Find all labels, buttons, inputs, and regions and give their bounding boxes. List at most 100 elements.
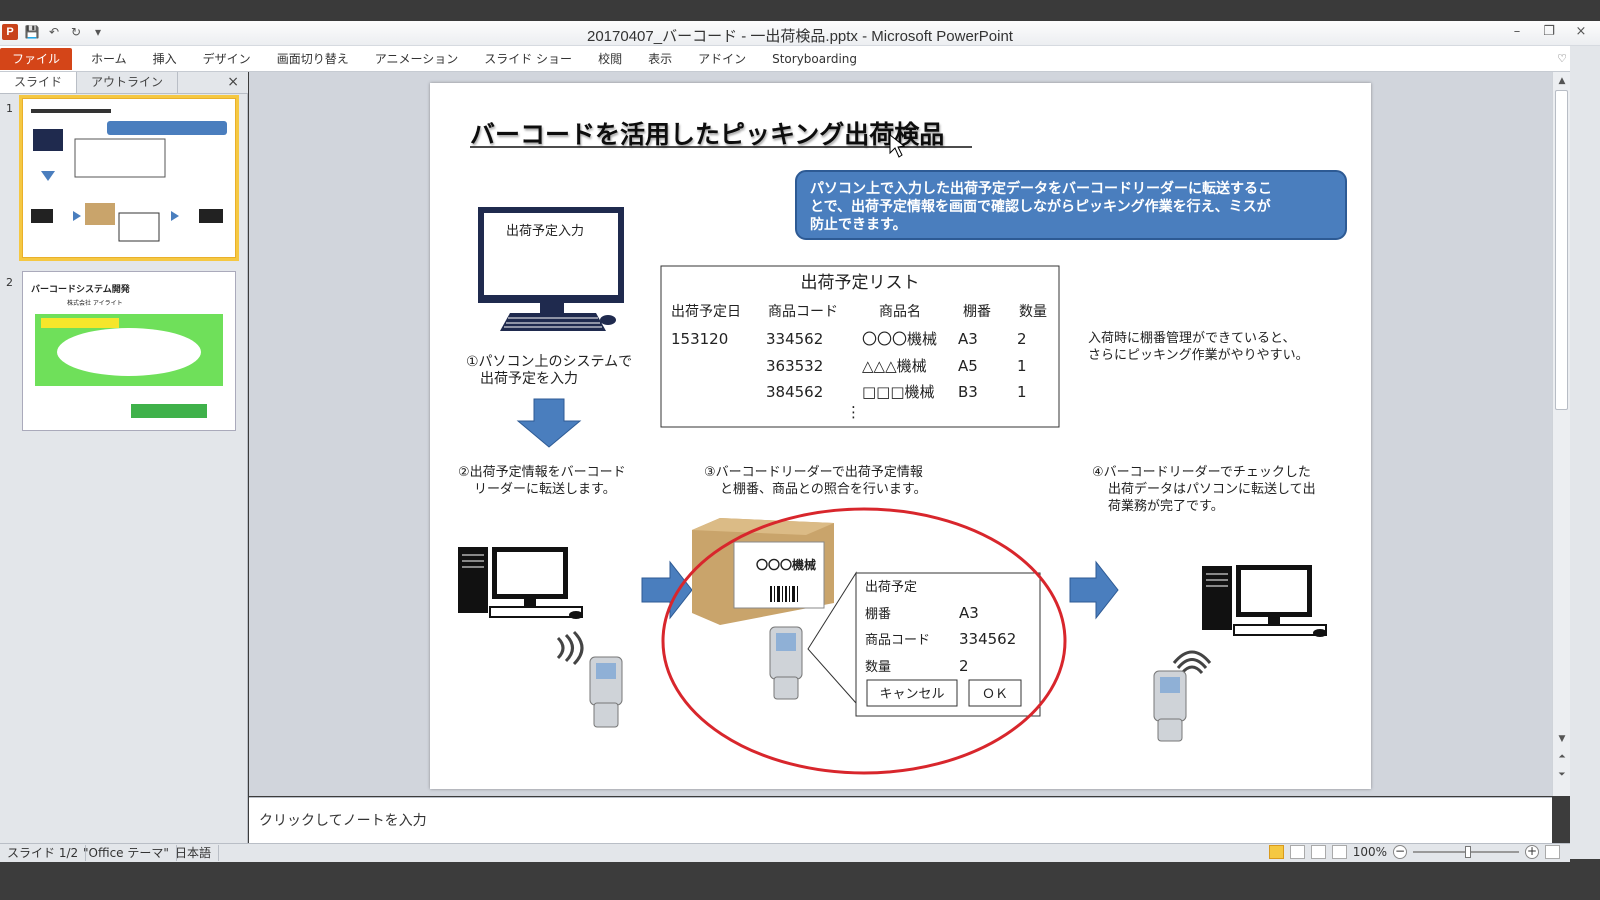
- tab-home[interactable]: ホーム: [78, 48, 140, 70]
- slide-number-1: 1: [6, 102, 13, 115]
- tab-storyboarding[interactable]: Storyboarding: [759, 48, 870, 70]
- screen-qty-value: 2: [959, 657, 969, 675]
- wireless-signal-icon-right: [1172, 650, 1212, 675]
- list-cell: A5: [958, 357, 978, 375]
- list-header-name: 商品名: [879, 304, 921, 320]
- close-panel-icon[interactable]: ×: [227, 74, 239, 90]
- tab-design[interactable]: デザイン: [190, 48, 264, 70]
- list-cell: 1: [1017, 357, 1027, 375]
- scroll-thumb[interactable]: [1555, 90, 1568, 410]
- screen-code-label: 商品コード: [865, 633, 930, 648]
- list-cell: □□□機械: [862, 383, 935, 401]
- callout-line-2: とで、出荷予定情報を画面で確認しながらピッキング作業を行え、ミスが: [810, 198, 1272, 215]
- step2-line-1: ②出荷予定情報をバーコード: [458, 465, 626, 480]
- notes-placeholder: クリックしてノートを入力: [259, 813, 427, 829]
- notes-pane[interactable]: クリックしてノートを入力: [249, 797, 1552, 843]
- reading-view-icon[interactable]: [1310, 845, 1326, 859]
- screen-title: 出荷予定: [865, 580, 917, 595]
- slide-title: バーコードを活用したピッキング出荷検品: [470, 120, 944, 149]
- tab-slides[interactable]: スライド: [0, 72, 78, 93]
- right-arrow-icon-2: [1069, 560, 1119, 620]
- slide-number-2: 2: [6, 276, 13, 289]
- slide-content: バーコードを活用したピッキング出荷検品 パソコン上で入力した出荷予定データをバー…: [458, 120, 1347, 775]
- note-line-2: さらにピッキング作業がやりやすい。: [1088, 347, 1309, 363]
- window-controls: – ❐ ×: [1508, 21, 1590, 43]
- zoom-out-icon[interactable]: −: [1393, 845, 1407, 859]
- callout-line-1: パソコン上で入力した出荷予定データをバーコードリーダーに転送するこ: [810, 180, 1272, 197]
- slide-thumbnail-1[interactable]: [19, 95, 239, 261]
- tab-view[interactable]: 表示: [635, 48, 685, 70]
- right-arrow-icon-1: [641, 560, 693, 620]
- slide-sorter-view-icon[interactable]: [1289, 845, 1305, 859]
- list-cell: 〇〇〇機械: [862, 330, 937, 348]
- slide-thumbnail-2-preview: [35, 314, 223, 418]
- zoom-slider[interactable]: [1413, 846, 1519, 858]
- tab-file[interactable]: ファイル: [0, 48, 73, 70]
- next-slide-icon[interactable]: ⏷: [1553, 770, 1571, 780]
- step3-line-1: ③バーコードリーダーで出荷予定情報: [704, 465, 923, 480]
- list-more-indicator: ⋮: [846, 403, 861, 421]
- zoom-slider-knob[interactable]: [1465, 846, 1471, 858]
- right-edge-strip: [1570, 46, 1600, 859]
- normal-view-icon[interactable]: [1268, 845, 1284, 859]
- shipping-list-title: 出荷予定リスト: [801, 273, 920, 293]
- view-and-zoom-controls: 100% − +: [1268, 845, 1560, 859]
- title-bar: P 💾 ↶ ↻ ▾ 20170407_バーコード - 一出荷検品.pptx - …: [0, 21, 1600, 46]
- zoom-level[interactable]: 100%: [1353, 845, 1387, 859]
- top-dark-strip: [0, 0, 1600, 21]
- minimize-ribbon-icon[interactable]: ♡: [1557, 52, 1567, 65]
- step3-line-2: と棚番、商品との照合を行います。: [720, 482, 927, 497]
- tab-insert[interactable]: 挿入: [140, 48, 190, 70]
- restore-button[interactable]: ❐: [1540, 21, 1558, 43]
- bottom-dark-strip: [0, 862, 1600, 900]
- tab-transitions[interactable]: 画面切り替え: [264, 48, 362, 70]
- tab-review[interactable]: 校閲: [585, 48, 635, 70]
- list-cell: 153120: [671, 330, 728, 348]
- ribbon-tabs-bar: ファイル ホーム 挿入 デザイン 画面切り替え アニメーション スライド ショー…: [0, 46, 1600, 72]
- panel-tabs: スライド アウトライン: [0, 72, 248, 94]
- screen-qty-label: 数量: [865, 660, 891, 675]
- tab-slideshow[interactable]: スライド ショー: [471, 48, 585, 70]
- monitor-label: 出荷予定入力: [506, 224, 584, 239]
- step1-line-2: 出荷予定を入力: [480, 371, 578, 387]
- vertical-scrollbar[interactable]: ▲ ▼ ⏶ ⏷: [1552, 72, 1570, 796]
- box-label: 〇〇〇機械: [756, 557, 816, 572]
- zoom-in-icon[interactable]: +: [1525, 845, 1539, 859]
- close-button[interactable]: ×: [1572, 21, 1590, 43]
- fit-to-window-icon[interactable]: [1545, 845, 1560, 859]
- wireless-signal-icon-left: [556, 630, 584, 666]
- screen-ok-label: ＯＫ: [982, 687, 1008, 702]
- slideshow-view-icon[interactable]: [1331, 845, 1347, 859]
- slide-1[interactable]: バーコードを活用したピッキング出荷検品 パソコン上で入力した出荷予定データをバー…: [430, 83, 1371, 789]
- list-cell: △△△機械: [862, 357, 927, 375]
- callout-line-3: 防止できます。: [810, 216, 907, 233]
- slide-thumbnail-2[interactable]: バーコードシステム開発 株式会社 アイライト: [22, 271, 236, 431]
- window-title: 20170407_バーコード - 一出荷検品.pptx - Microsoft …: [587, 28, 1013, 45]
- ribbon-tabs: ファイル ホーム 挿入 デザイン 画面切り替え アニメーション スライド ショー…: [0, 48, 870, 70]
- step2-line-2: リーダーに転送します。: [474, 482, 616, 497]
- list-cell: 363532: [766, 357, 823, 375]
- tab-outline[interactable]: アウトライン: [77, 72, 179, 93]
- list-header-date: 出荷予定日: [671, 304, 741, 320]
- minimize-button[interactable]: –: [1508, 21, 1526, 43]
- barcode-reader-icon-right: [1153, 670, 1187, 742]
- step4-line-2: 出荷データはパソコンに転送して出: [1108, 481, 1316, 497]
- barcode-reader-icon-left: [589, 656, 623, 728]
- scroll-down-icon[interactable]: ▼: [1553, 734, 1571, 744]
- status-language[interactable]: 日本語: [168, 845, 220, 861]
- list-cell: 384562: [766, 383, 823, 401]
- previous-slide-icon[interactable]: ⏶: [1553, 752, 1571, 762]
- step4-line-1: ④バーコードリーダーでチェックした: [1092, 465, 1311, 480]
- screen-cancel-label: キャンセル: [879, 687, 944, 702]
- tab-addins[interactable]: アドイン: [685, 48, 759, 70]
- list-header-qty: 数量: [1019, 304, 1047, 320]
- list-cell: A3: [958, 330, 978, 348]
- screen-shelf-label: 棚番: [865, 607, 891, 622]
- list-cell: 1: [1017, 383, 1027, 401]
- barcode-reader-icon-center: [769, 626, 803, 700]
- note-line-1: 入荷時に棚番管理ができていると、: [1088, 331, 1295, 346]
- list-cell: 334562: [766, 330, 823, 348]
- scroll-up-icon[interactable]: ▲: [1553, 76, 1571, 86]
- tab-animations[interactable]: アニメーション: [362, 48, 472, 70]
- slides-panel: スライド アウトライン × 1 2 バーコードシステム開発 株式会社 アイライト: [0, 72, 248, 859]
